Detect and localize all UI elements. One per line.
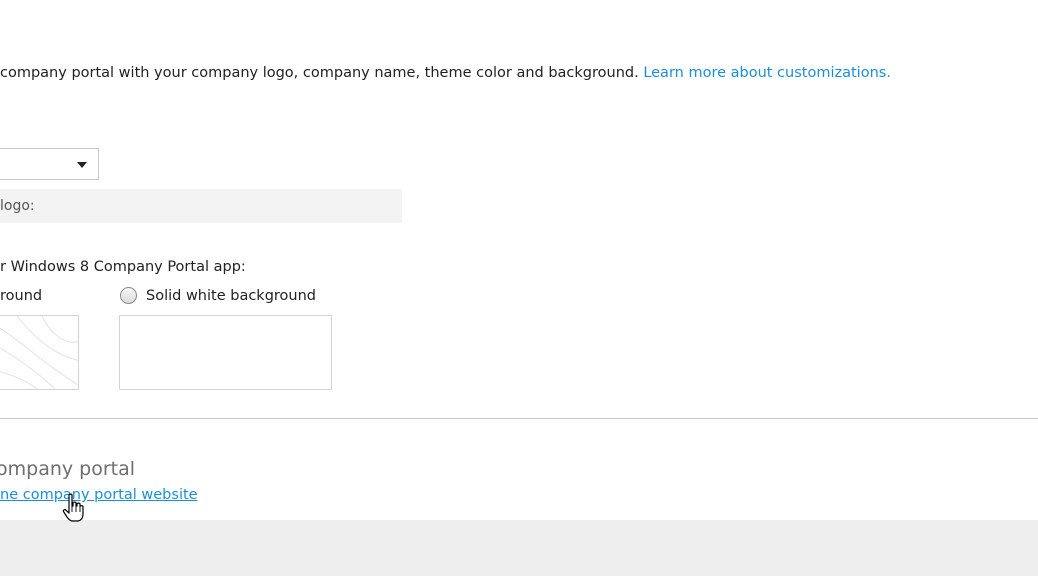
theme-dropdown[interactable] [0,148,99,180]
chevron-down-icon [77,162,87,168]
default-background-preview [0,315,79,390]
customization-description: company portal with your company logo, c… [0,65,891,81]
solid-white-background-label[interactable]: Solid white background [146,288,316,304]
learn-more-link[interactable]: Learn more about customizations. [643,65,891,81]
background-pattern-graphic [0,316,78,389]
company-portal-website-link[interactable]: ne company portal website [0,487,198,503]
company-portal-title: ompany portal [0,458,136,480]
intro-text: company portal with your company logo, c… [0,65,644,81]
background-option-default-label[interactable]: round [0,288,42,304]
logo-row: logo: [0,189,402,223]
background-section-label: r Windows 8 Company Portal app: [0,259,246,275]
section-divider [0,418,1038,419]
page: company portal with your company logo, c… [0,0,1038,576]
footer-bar [0,520,1038,576]
logo-label: logo: [0,198,35,214]
solid-white-background-radio[interactable] [120,287,137,304]
solid-white-background-preview [119,315,332,390]
